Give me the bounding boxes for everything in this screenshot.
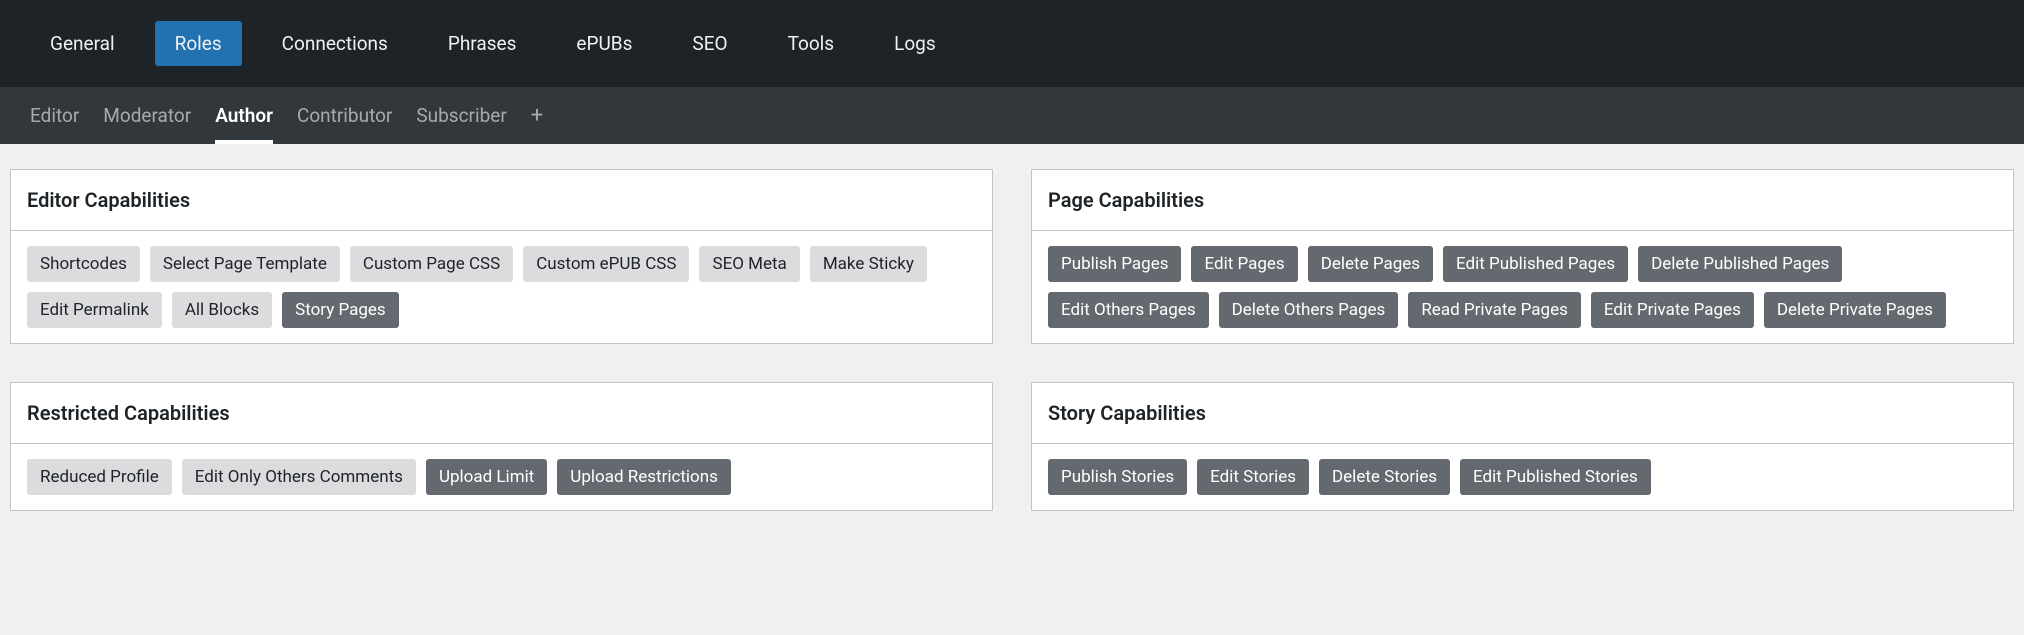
cap-edit-only-others-comments[interactable]: Edit Only Others Comments [182, 459, 416, 495]
restricted-capabilities-panel-body: Reduced Profile Edit Only Others Comments… [11, 444, 992, 510]
cap-edit-pages[interactable]: Edit Pages [1191, 246, 1297, 282]
cap-delete-pages[interactable]: Delete Pages [1308, 246, 1433, 282]
editor-capabilities-panel-header: Editor Capabilities [11, 170, 992, 231]
cap-custom-epub-css[interactable]: Custom ePUB CSS [523, 246, 689, 282]
role-subscriber[interactable]: Subscriber [416, 87, 506, 144]
role-moderator[interactable]: Moderator [103, 87, 191, 144]
cap-edit-published-pages[interactable]: Edit Published Pages [1443, 246, 1628, 282]
nav-seo[interactable]: SEO [672, 21, 747, 66]
editor-capabilities-panel-body: Shortcodes Select Page Template Custom Pag… [11, 231, 992, 343]
cap-publish-pages[interactable]: Publish Pages [1048, 246, 1181, 282]
nav-connections[interactable]: Connections [262, 21, 408, 66]
left-column: Editor Capabilities Shortcodes Select Page… [10, 169, 993, 511]
cap-story-pages[interactable]: Story Pages [282, 292, 399, 328]
nav-epubs[interactable]: ePUBs [556, 21, 652, 66]
right-column: Page Capabilities Publish Pages Edit Pages… [1031, 169, 2014, 511]
story-capabilities-panel: Story Capabilities Publish Stories Edit St… [1031, 382, 2014, 511]
cap-select-page-template[interactable]: Select Page Template [150, 246, 340, 282]
nav-roles[interactable]: Roles [155, 21, 242, 66]
role-contributor[interactable]: Contributor [297, 87, 392, 144]
role-editor[interactable]: Editor [30, 87, 79, 144]
plus-icon: + [531, 103, 543, 128]
cap-publish-stories[interactable]: Publish Stories [1048, 459, 1187, 495]
secondary-nav: Editor Moderator Author Contributor Subscrib… [0, 87, 2024, 144]
cap-edit-private-pages[interactable]: Edit Private Pages [1591, 292, 1754, 328]
cap-read-private-pages[interactable]: Read Private Pages [1408, 292, 1581, 328]
cap-all-blocks[interactable]: All Blocks [172, 292, 272, 328]
role-author[interactable]: Author [215, 87, 273, 144]
cap-edit-published-stories[interactable]: Edit Published Stories [1460, 459, 1651, 495]
cap-make-sticky[interactable]: Make Sticky [810, 246, 927, 282]
story-capabilities-panel-body: Publish Stories Edit Stories Delete Storie… [1032, 444, 2013, 510]
primary-nav: General Roles Connections Phrases ePUBs SEO To… [0, 0, 2024, 87]
story-capabilities-panel-header: Story Capabilities [1032, 383, 2013, 444]
cap-delete-stories[interactable]: Delete Stories [1319, 459, 1450, 495]
restricted-capabilities-panel-header: Restricted Capabilities [11, 383, 992, 444]
editor-capabilities-panel: Editor Capabilities Shortcodes Select Page… [10, 169, 993, 344]
content-area: Editor Capabilities Shortcodes Select Page… [0, 144, 2024, 536]
cap-seo-meta[interactable]: SEO Meta [699, 246, 799, 282]
nav-logs[interactable]: Logs [874, 21, 956, 66]
nav-tools[interactable]: Tools [768, 21, 855, 66]
cap-shortcodes[interactable]: Shortcodes [27, 246, 140, 282]
cap-delete-others-pages[interactable]: Delete Others Pages [1219, 292, 1399, 328]
cap-upload-limit[interactable]: Upload Limit [426, 459, 547, 495]
cap-delete-published-pages[interactable]: Delete Published Pages [1638, 246, 1842, 282]
nav-phrases[interactable]: Phrases [428, 21, 537, 66]
cap-upload-restrictions[interactable]: Upload Restrictions [557, 459, 731, 495]
restricted-capabilities-panel: Restricted Capabilities Reduced Profile Ed… [10, 382, 993, 511]
add-role-button[interactable]: + [531, 87, 543, 144]
page-capabilities-panel-header: Page Capabilities [1032, 170, 2013, 231]
nav-general[interactable]: General [30, 21, 135, 66]
page-capabilities-panel-body: Publish Pages Edit Pages Delete Pages Edit … [1032, 231, 2013, 343]
cap-edit-stories[interactable]: Edit Stories [1197, 459, 1309, 495]
page-capabilities-panel: Page Capabilities Publish Pages Edit Pages… [1031, 169, 2014, 344]
cap-custom-page-css[interactable]: Custom Page CSS [350, 246, 513, 282]
cap-edit-others-pages[interactable]: Edit Others Pages [1048, 292, 1209, 328]
cap-reduced-profile[interactable]: Reduced Profile [27, 459, 172, 495]
cap-delete-private-pages[interactable]: Delete Private Pages [1764, 292, 1946, 328]
cap-edit-permalink[interactable]: Edit Permalink [27, 292, 162, 328]
